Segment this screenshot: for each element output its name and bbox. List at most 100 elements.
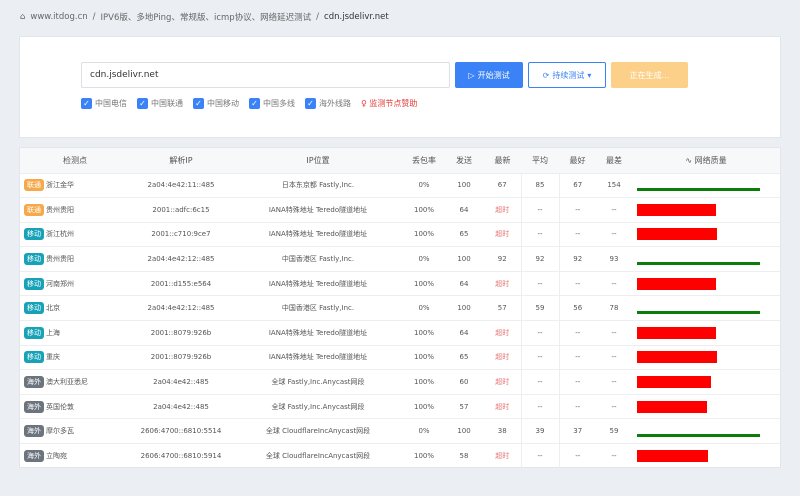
best-cell: -- <box>559 270 596 296</box>
column-header[interactable]: 最差 <box>596 148 632 173</box>
quality-cell <box>632 369 780 395</box>
last-cell: 67 <box>484 172 522 198</box>
continuous-test-button[interactable]: ⟳ 持续测试 ▾ <box>528 62 606 88</box>
ip-cell: 2a04:4e42::485 <box>130 393 232 419</box>
worst-cell: -- <box>596 221 632 247</box>
last-cell: 57 <box>484 295 522 321</box>
best-cell: 67 <box>559 172 596 198</box>
node-cell: 海外 澳大利亚悉尼 <box>20 369 130 395</box>
node-cell: 移动 重庆 <box>20 344 130 370</box>
quality-cell <box>632 393 780 419</box>
worst-cell: 78 <box>596 295 632 321</box>
loss-cell: 100% <box>404 344 444 370</box>
sent-cell: 100 <box>444 246 484 272</box>
isp-badge: 联通 <box>24 203 44 216</box>
sent-cell: 60 <box>444 369 484 395</box>
avg-cell: -- <box>521 344 560 370</box>
best-cell: -- <box>559 221 596 247</box>
worst-cell: 59 <box>596 418 632 444</box>
ip-cell: 2001::8079:926b <box>130 320 232 346</box>
quality-cell <box>632 320 780 346</box>
table-row: 海外 澳大利亚悉尼 2a04:4e42::485 全球 Fastly,Inc.Anyc… <box>20 369 780 395</box>
table-row: 联通 浙江金华 2a04:4e42:11::485 日本东京都 Fastly,Inc.… <box>20 172 780 198</box>
node-cell: 海外 立陶宛 <box>20 443 130 469</box>
quality-bar <box>637 228 717 241</box>
sent-cell: 58 <box>444 443 484 469</box>
checkmark-icon: ✓ <box>81 98 92 109</box>
column-header[interactable]: 最新 <box>484 148 521 173</box>
sponsor-link[interactable]: ♀ 监测节点赞助 <box>361 98 417 109</box>
node-cell: 移动 上海 <box>20 320 130 346</box>
loc-cell: 全球 Fastly,Inc.Anycast网段 <box>232 369 404 395</box>
best-cell: -- <box>559 344 596 370</box>
isp-badge: 移动 <box>24 326 44 339</box>
loc-cell: 全球 CloudflareIncAnycast网段 <box>232 443 404 469</box>
column-header[interactable]: 解析IP <box>130 148 232 173</box>
filter-checkbox[interactable]: ✓ 中国电信 <box>81 98 127 109</box>
table-row: 海外 摩尔多瓦 2606:4700::6810:5514 全球 CloudflareI… <box>20 418 780 444</box>
sent-cell: 65 <box>444 221 484 247</box>
avg-cell: -- <box>521 197 560 223</box>
avg-cell: -- <box>521 270 560 296</box>
isp-badge: 联通 <box>24 179 44 192</box>
column-header[interactable]: 检测点 <box>20 148 130 173</box>
quality-bar <box>637 203 716 216</box>
results-table: 检测点 解析IP IP位置 丢包率 发送 最新 平均 最好 最差 ∿ 网络质量 联通 浙江金华 2a0… <box>19 147 781 469</box>
ip-cell: 2a04:4e42:11::485 <box>130 172 232 198</box>
last-cell: 38 <box>484 418 522 444</box>
last-cell: 超时 <box>484 270 522 296</box>
table-row: 移动 河南郑州 2001::d155:e564 IANA特殊地址 Teredo隧道地址… <box>20 270 780 296</box>
best-cell: 56 <box>559 295 596 321</box>
ip-cell: 2001::d155:e564 <box>130 270 232 296</box>
column-header[interactable]: 发送 <box>444 148 484 173</box>
ip-cell: 2001::c710:9ce7 <box>130 221 232 247</box>
filter-checkbox[interactable]: ✓ 中国多线 <box>249 98 295 109</box>
filter-checkbox[interactable]: ✓ 海外线路 <box>305 98 351 109</box>
breadcrumb-section[interactable]: IPV6版、多地Ping、常规版、icmp协议、网络延迟测试 <box>101 11 312 23</box>
checkmark-icon: ✓ <box>249 98 260 109</box>
column-header[interactable]: 最好 <box>559 148 596 173</box>
filter-checkbox[interactable]: ✓ 中国联通 <box>137 98 183 109</box>
quality-cell <box>632 443 780 469</box>
worst-cell: -- <box>596 344 632 370</box>
column-header[interactable]: IP位置 <box>232 148 404 173</box>
quality-bar <box>637 376 711 389</box>
worst-cell: -- <box>596 393 632 419</box>
avg-cell: -- <box>521 369 560 395</box>
isp-badge: 移动 <box>24 351 44 364</box>
ip-cell: 2001::8079:926b <box>130 344 232 370</box>
quality-cell <box>632 197 780 223</box>
node-cell: 移动 贵州贵阳 <box>20 246 130 272</box>
worst-cell: -- <box>596 197 632 223</box>
column-header[interactable]: 平均 <box>521 148 559 173</box>
pulse-icon: ∿ <box>685 155 695 165</box>
avg-cell: 59 <box>521 295 560 321</box>
node-cell: 海外 摩尔多瓦 <box>20 418 130 444</box>
column-header[interactable]: ∿ 网络质量 <box>632 148 780 173</box>
table-row: 移动 重庆 2001::8079:926b IANA特殊地址 Teredo隧道地址 10… <box>20 344 780 370</box>
loc-cell: 全球 CloudflareIncAnycast网段 <box>232 418 404 444</box>
best-cell: -- <box>559 443 596 469</box>
quality-bar <box>637 326 716 339</box>
last-cell: 超时 <box>484 393 522 419</box>
loc-cell: IANA特殊地址 Teredo隧道地址 <box>232 221 404 247</box>
filter-checkbox[interactable]: ✓ 中国移动 <box>193 98 239 109</box>
node-cell: 移动 浙江杭州 <box>20 221 130 247</box>
quality-bar <box>637 450 708 463</box>
node-cell: 联通 浙江金华 <box>20 172 130 198</box>
start-test-button[interactable]: ▷ 开始测试 <box>455 62 523 88</box>
ip-cell: 2a04:4e42:12::485 <box>130 295 232 321</box>
play-icon: ▷ <box>468 70 475 80</box>
quality-cell <box>632 295 780 321</box>
avg-cell: 39 <box>521 418 560 444</box>
node-cell: 移动 河南郑州 <box>20 270 130 296</box>
sent-cell: 57 <box>444 393 484 419</box>
ip-cell: 2606:4700::6810:5514 <box>130 418 232 444</box>
generating-button[interactable]: 正在生成... <box>611 62 688 88</box>
table-row: 海外 英国伦敦 2a04:4e42::485 全球 Fastly,Inc.Anycas… <box>20 393 780 419</box>
last-cell: 超时 <box>484 197 522 223</box>
best-cell: -- <box>559 320 596 346</box>
column-header[interactable]: 丢包率 <box>404 148 444 173</box>
breadcrumb-home[interactable]: www.itdog.cn <box>30 12 87 22</box>
domain-input[interactable] <box>81 62 450 88</box>
